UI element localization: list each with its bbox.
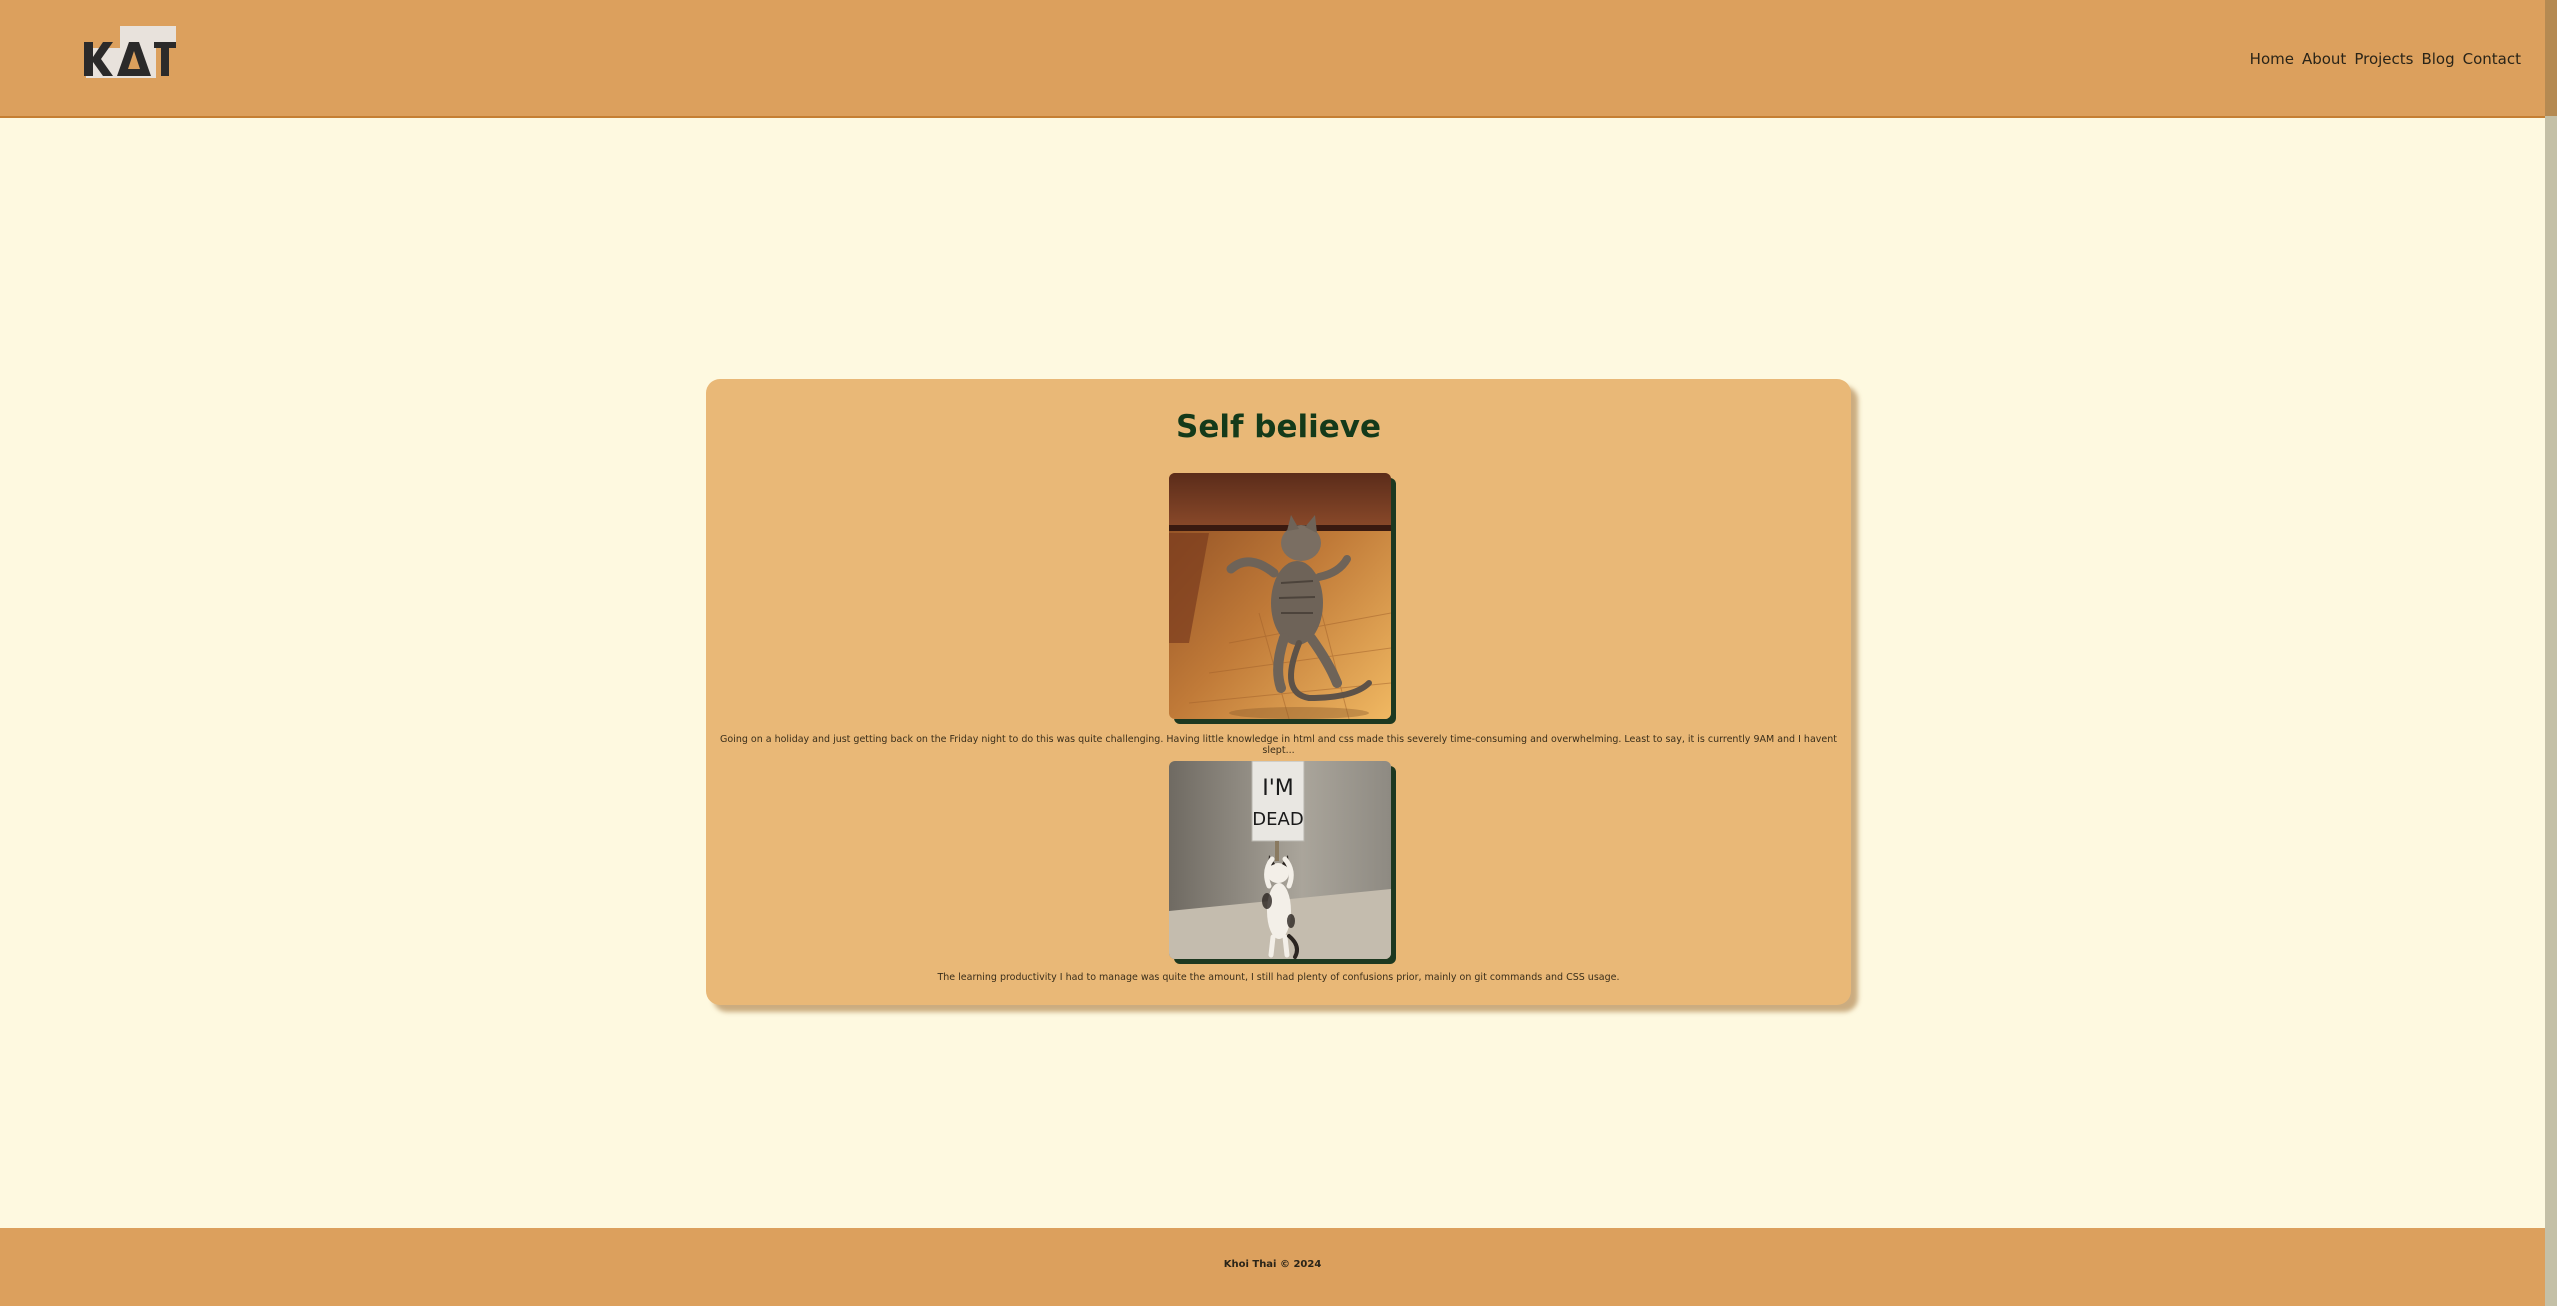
nav-about-link[interactable]: About [2302,50,2346,68]
scrollbar-thumb[interactable] [2545,0,2557,116]
nav-contact-link[interactable]: Contact [2463,50,2521,68]
page: Home About Projects Blog Contact Self be… [0,0,2557,1306]
footer-copyright: Khoi Thai © 2024 [1223,1259,1322,1270]
sign-text-line-2: DEAD [1252,809,1303,830]
cat-holding-sign-photo: I'M DEAD [1169,761,1391,959]
post-caption-2: The learning productivity I had to manag… [937,972,1620,983]
blog-post-card: Self believe Going on a holiday and just… [706,379,1851,1005]
nav-projects-link[interactable]: Projects [2354,50,2413,68]
nav-blog-link[interactable]: Blog [2421,50,2454,68]
post-title: Self believe [1176,409,1381,445]
logo-mark [84,42,176,76]
page-scrollbar[interactable] [2545,0,2557,1306]
main-nav: Home About Projects Blog Contact [2250,50,2521,68]
post-caption-1: Going on a holiday and just getting back… [720,734,1837,756]
site-footer: Khoi Thai © 2024 [0,1228,2545,1306]
site-header: Home About Projects Blog Contact [0,0,2545,118]
dancing-kitten-photo [1169,473,1391,719]
nav-home-link[interactable]: Home [2250,50,2294,68]
site-logo[interactable] [84,26,176,82]
sign-text-line-1: I'M [1262,776,1294,801]
